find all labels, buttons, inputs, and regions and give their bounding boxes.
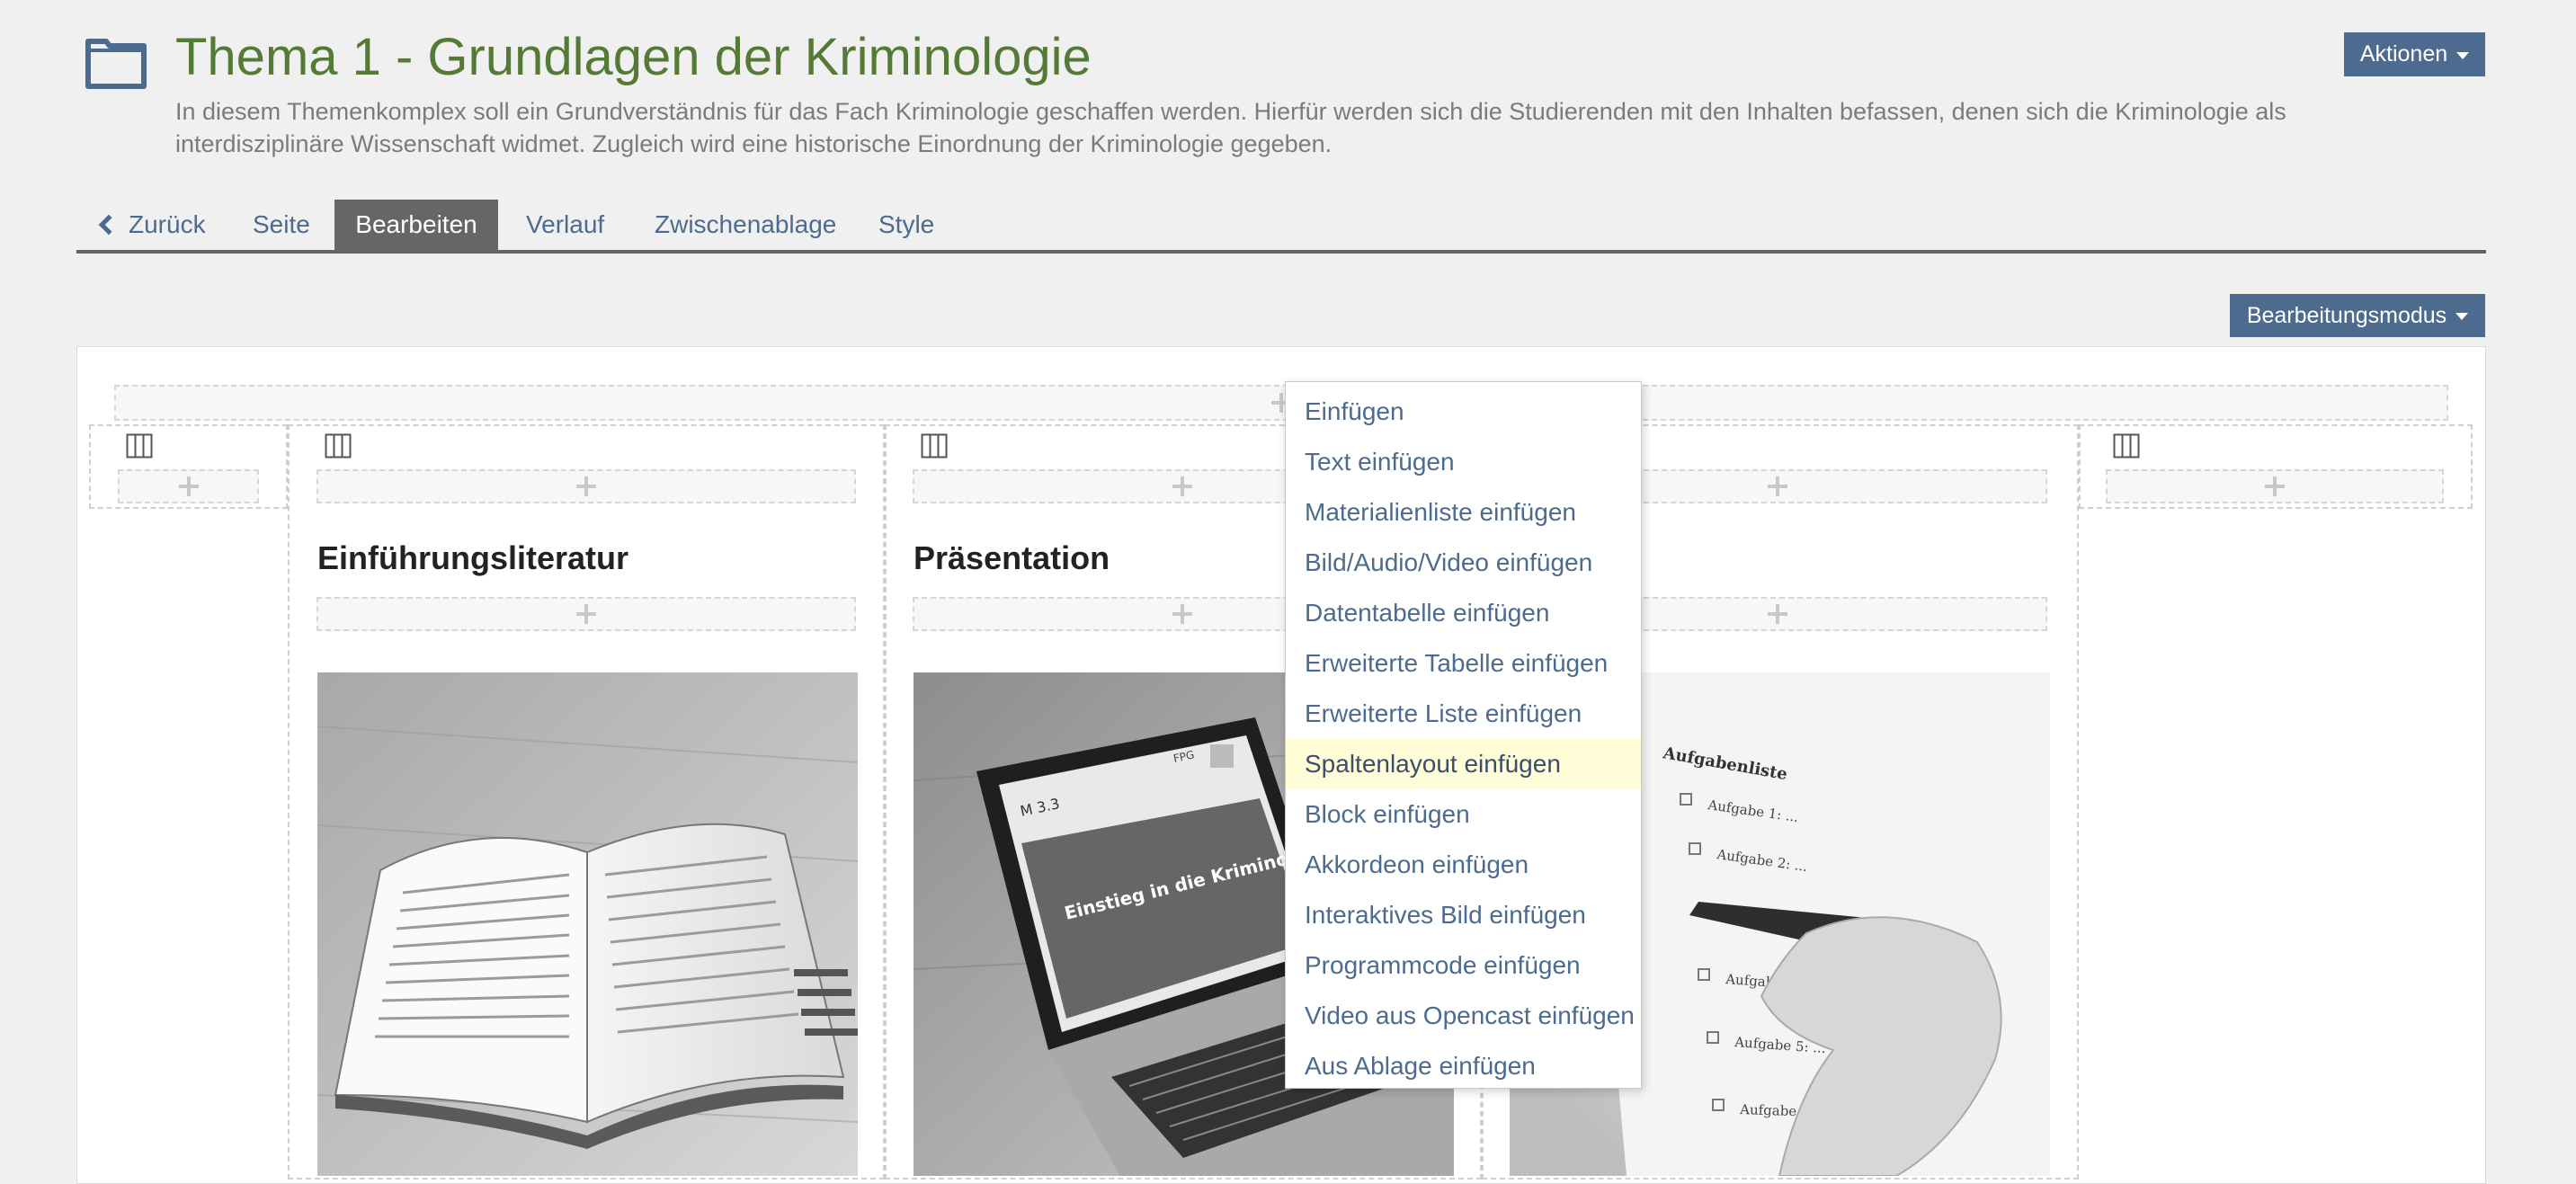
tab-back-label: Zurück (129, 210, 206, 238)
folder-icon (85, 39, 147, 89)
plus-icon (1768, 604, 1787, 624)
tab-zwischenablage-label: Zwischenablage (655, 210, 837, 238)
plus-icon (576, 604, 596, 624)
menu-item-erweiterte-liste[interactable]: Erweiterte Liste einfügen (1286, 689, 1641, 739)
tab-style-label: Style (878, 210, 935, 238)
tab-verlauf[interactable]: Verlauf (526, 200, 604, 250)
tab-seite-label: Seite (253, 210, 310, 238)
plus-icon (1172, 476, 1192, 496)
actions-button[interactable]: Aktionen (2344, 32, 2485, 76)
menu-item-materialienliste[interactable]: Materialienliste einfügen (1286, 487, 1641, 538)
menu-item-einfuegen[interactable]: Einfügen (1286, 387, 1641, 437)
plus-icon (576, 476, 596, 496)
tab-seite[interactable]: Seite (253, 200, 310, 250)
menu-item-programmcode[interactable]: Programmcode einfügen (1286, 940, 1641, 991)
menu-item-spaltenlayout[interactable]: Spaltenlayout einfügen (1286, 739, 1641, 789)
insert-bar-top[interactable] (114, 385, 2448, 421)
plus-icon (1172, 604, 1192, 624)
menu-item-erweiterte-tabelle[interactable]: Erweiterte Tabelle einfügen (1286, 638, 1641, 689)
plus-icon (178, 476, 199, 496)
plus-icon (1768, 476, 1787, 496)
column-1-heading: Einführungsliteratur (317, 539, 629, 576)
column-2-heading: Präsentation (914, 539, 1110, 576)
insert-bar[interactable] (316, 469, 856, 503)
insert-bar[interactable] (316, 597, 856, 631)
edit-mode-label: Bearbeitungsmodus (2246, 302, 2447, 328)
menu-item-opencast-video[interactable]: Video aus Opencast einfügen (1286, 991, 1641, 1041)
menu-item-akkordeon[interactable]: Akkordeon einfügen (1286, 840, 1641, 890)
page-title: Thema 1 - Grundlagen der Kriminologie (175, 28, 1092, 86)
column-layout-icon[interactable] (2113, 433, 2140, 458)
menu-item-text[interactable]: Text einfügen (1286, 437, 1641, 487)
edit-mode-button[interactable]: Bearbeitungsmodus (2230, 294, 2485, 337)
menu-item-interaktives-bild[interactable]: Interaktives Bild einfügen (1286, 890, 1641, 940)
plus-icon (2265, 476, 2285, 496)
insert-bar[interactable] (2106, 469, 2444, 503)
caret-down-icon (2456, 313, 2469, 320)
tab-bearbeiten-label: Bearbeiten (355, 210, 477, 238)
insert-dropdown-menu: Einfügen Text einfügen Materialienliste … (1285, 381, 1642, 1089)
tab-back[interactable]: Zurück (96, 200, 206, 250)
tab-zwischenablage[interactable]: Zwischenablage (655, 200, 836, 250)
chevron-left-icon (98, 214, 120, 236)
tab-bar: Zurück Seite Bearbeiten Verlauf Zwischen… (76, 200, 2486, 254)
tab-bearbeiten[interactable]: Bearbeiten (334, 200, 498, 250)
actions-label: Aktionen (2359, 41, 2448, 67)
menu-item-datentabelle[interactable]: Datentabelle einfügen (1286, 588, 1641, 638)
book-image (317, 672, 858, 1176)
menu-item-block[interactable]: Block einfügen (1286, 789, 1641, 840)
insert-bar[interactable] (118, 469, 259, 503)
page-description: In diesem Themenkomplex soll ein Grundve… (175, 98, 2286, 157)
tab-style[interactable]: Style (878, 200, 934, 250)
column-layout-icon[interactable] (325, 433, 352, 458)
menu-item-aus-ablage[interactable]: Aus Ablage einfügen (1286, 1041, 1641, 1091)
column-layout-icon[interactable] (921, 433, 948, 458)
menu-item-media[interactable]: Bild/Audio/Video einfügen (1286, 538, 1641, 588)
column-layout-icon[interactable] (126, 433, 153, 458)
tab-verlauf-label: Verlauf (526, 210, 605, 238)
caret-down-icon (2456, 51, 2470, 59)
